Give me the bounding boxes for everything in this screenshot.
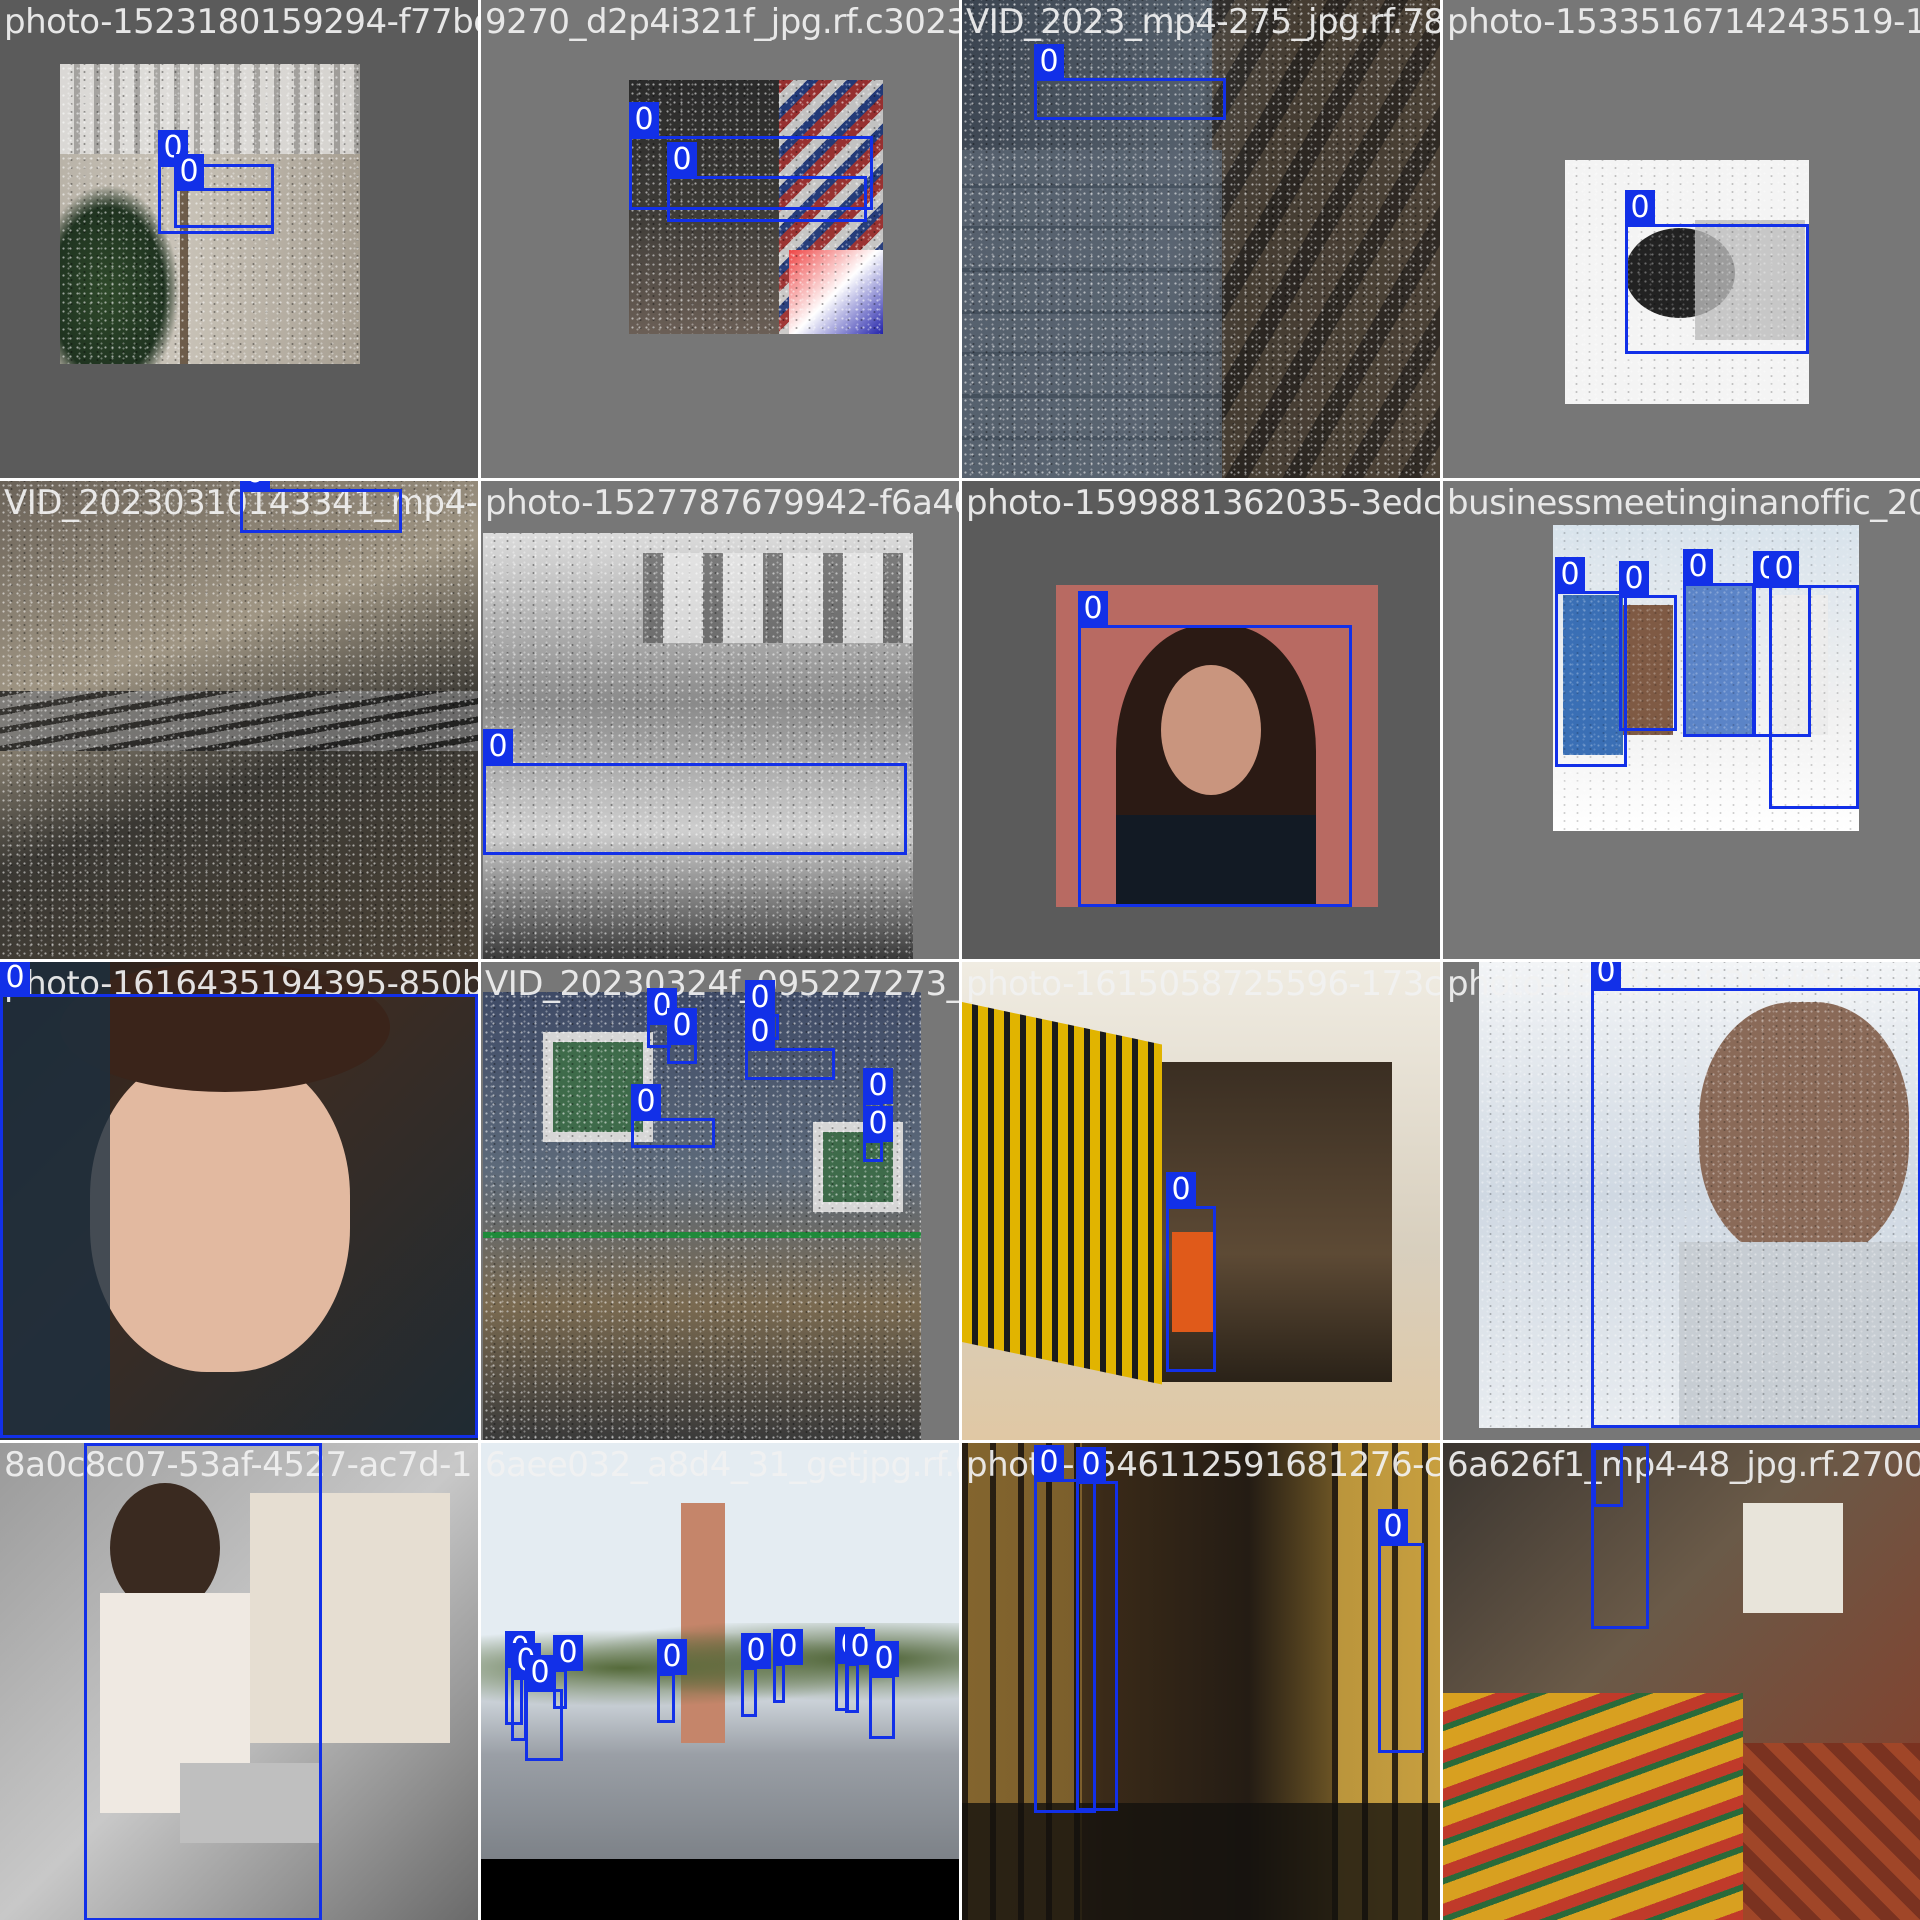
detection-box: 0 <box>1625 190 1809 354</box>
tile-2: 9270_d2p4i321f_jpg.rf.c30239 0 0 <box>481 0 959 478</box>
tile-1: photo-1523180159294-f77bd2270_d2p4i321f_… <box>0 0 478 478</box>
class-label: 0 <box>0 962 30 996</box>
detection-box: 0 <box>745 1014 835 1080</box>
class-label: 0 <box>1166 1172 1196 1208</box>
class-label: 0 <box>553 1635 583 1671</box>
class-label: 0 <box>84 1443 114 1445</box>
class-label: 0 <box>869 1641 899 1677</box>
detection-box: 0 <box>483 729 907 855</box>
detection-box: 0 <box>1619 561 1677 731</box>
class-label: 0 <box>667 1008 697 1044</box>
class-label: 0 <box>745 980 775 1016</box>
tile-filename: photo-1599881362035-3edcf00c2487_jpg <box>966 483 1440 523</box>
detection-box: 0 <box>667 1008 697 1064</box>
photo-alley-wall <box>0 481 478 959</box>
detection-box: 0 <box>741 1633 771 1717</box>
class-label: 0 <box>741 1633 771 1669</box>
tile-filename: photo-1615058725596-173cf0 <box>966 964 1440 1004</box>
class-label: 0 <box>525 1655 555 1691</box>
class-label: 0 <box>863 1106 893 1142</box>
class-label: 0 <box>657 1639 687 1675</box>
detection-box: 0 <box>631 1084 715 1148</box>
class-label: 0 <box>745 1014 775 1050</box>
photo-bw-street-rotated <box>483 533 913 959</box>
tile-filename: 6a626f1_mp4-48_jpg.rf.2700 <box>1447 1445 1920 1485</box>
tile-13: 8a0c8c07-53af-4527-ac7d-1 0 <box>0 1443 478 1920</box>
tile-filename: photo-1523180159294-f77bd2270_d2p4i321f_… <box>4 2 478 42</box>
tile-14: 6aee032_a8d4_31_getjpg.rf.6021 0 0 0 0 0… <box>481 1443 959 1920</box>
detection-box: 0 <box>240 481 402 533</box>
class-label: 0 <box>1593 1443 1623 1449</box>
class-label: 0 <box>1378 1509 1408 1545</box>
detection-box: 0 <box>1078 591 1352 907</box>
detection-box: 0 <box>1076 1447 1118 1811</box>
class-label: 0 <box>174 154 204 190</box>
class-label: 0 <box>667 142 697 178</box>
tile-10: VID_20230324f_095227273_mp4-19_jpg.rf. 0… <box>481 962 959 1440</box>
tile-filename: businessmeetinginanoffic_20 <box>1447 483 1920 523</box>
class-label: 0 <box>1034 1445 1064 1481</box>
tile-filename: 9270_d2p4i321f_jpg.rf.c30239 <box>485 2 959 42</box>
class-label: 0 <box>1625 190 1655 226</box>
image-mosaic: photo-1523180159294-f77bd2270_d2p4i321f_… <box>0 0 1920 1920</box>
tile-12: photo-1578971539-d97e 0 <box>1443 962 1920 1440</box>
detection-box: 0 <box>84 1443 322 1920</box>
class-label: 0 <box>1769 551 1799 587</box>
detection-box: 0 <box>1591 962 1920 1428</box>
class-label: 0 <box>631 1084 661 1120</box>
class-label: 0 <box>240 481 270 491</box>
class-label: 0 <box>1683 549 1713 585</box>
tile-3: VID_2023_mp4-275_jpg.rf.78772088a1f536c1… <box>962 0 1440 478</box>
tile-filename: VID_2023_mp4-275_jpg.rf.78772088a1f536c1… <box>966 2 1440 42</box>
class-label: 0 <box>1076 1447 1106 1483</box>
tile-7: photo-1599881362035-3edcf00c2487_jpg 0 <box>962 481 1440 959</box>
tile-5: VID_20230310143341_mp4-30_jpg.rf.d7fc819… <box>0 481 478 959</box>
tile-filename: photo-1533516714243519-1ae2 <box>1447 2 1920 42</box>
detection-box: 0 <box>869 1641 899 1739</box>
detection-box: 0 <box>863 1106 893 1162</box>
detection-box: 0 <box>174 154 274 228</box>
tile-filename: 6aee032_a8d4_31_getjpg.rf.6021 <box>485 1445 959 1485</box>
tile-16: 6a626f1_mp4-48_jpg.rf.2700 0 0 <box>1443 1443 1920 1920</box>
class-label: 0 <box>483 729 513 765</box>
detection-box: 0 <box>845 1629 875 1713</box>
class-label: 0 <box>1591 962 1621 990</box>
detection-box: 0 <box>667 142 867 222</box>
class-label: 0 <box>1555 557 1585 593</box>
class-label: 0 <box>773 1629 803 1665</box>
class-label: 0 <box>1078 591 1108 627</box>
detection-box: 0 <box>773 1629 803 1703</box>
detection-box: 0 <box>553 1635 583 1709</box>
class-label: 0 <box>1034 44 1064 80</box>
tile-filename: photo-1527787679942-f6a40dad2f059881 <box>485 483 959 523</box>
tile-9: photo-1616435194395-850b 0 <box>0 962 478 1440</box>
black-letterbox <box>481 1859 959 1920</box>
detection-box: 0 <box>1034 44 1226 120</box>
class-label: 0 <box>1619 561 1649 597</box>
tile-4: photo-1533516714243519-1ae2 0 <box>1443 0 1920 478</box>
tile-11: photo-1615058725596-173cf0 0 <box>962 962 1440 1440</box>
detection-box: 0 <box>1769 551 1859 809</box>
detection-box: 0 <box>1166 1172 1216 1372</box>
detection-box: 0 <box>1683 549 1755 737</box>
tile-6: photo-1527787679942-f6a40dad2f059881 0 <box>481 481 959 959</box>
photo-kitchen-table <box>1443 1443 1920 1920</box>
tile-8: businessmeetinginanoffic_20 0 0 0 0 0 <box>1443 481 1920 959</box>
class-label: 0 <box>629 102 659 138</box>
detection-box: 0 <box>0 962 478 1438</box>
tile-15: photo-1546112591681276-c49d 0 0 0 <box>962 1443 1440 1920</box>
photo-aerial-plaza <box>483 992 921 1440</box>
tile-filename: VID_20230324f_095227273_mp4-19_jpg.rf. <box>485 964 959 1004</box>
class-label: 0 <box>863 1068 893 1104</box>
detection-box: 0 <box>1555 557 1627 767</box>
detection-box: 0 <box>1378 1509 1424 1753</box>
detection-box: 0 <box>1593 1443 1623 1507</box>
detection-box: 0 <box>657 1639 687 1723</box>
